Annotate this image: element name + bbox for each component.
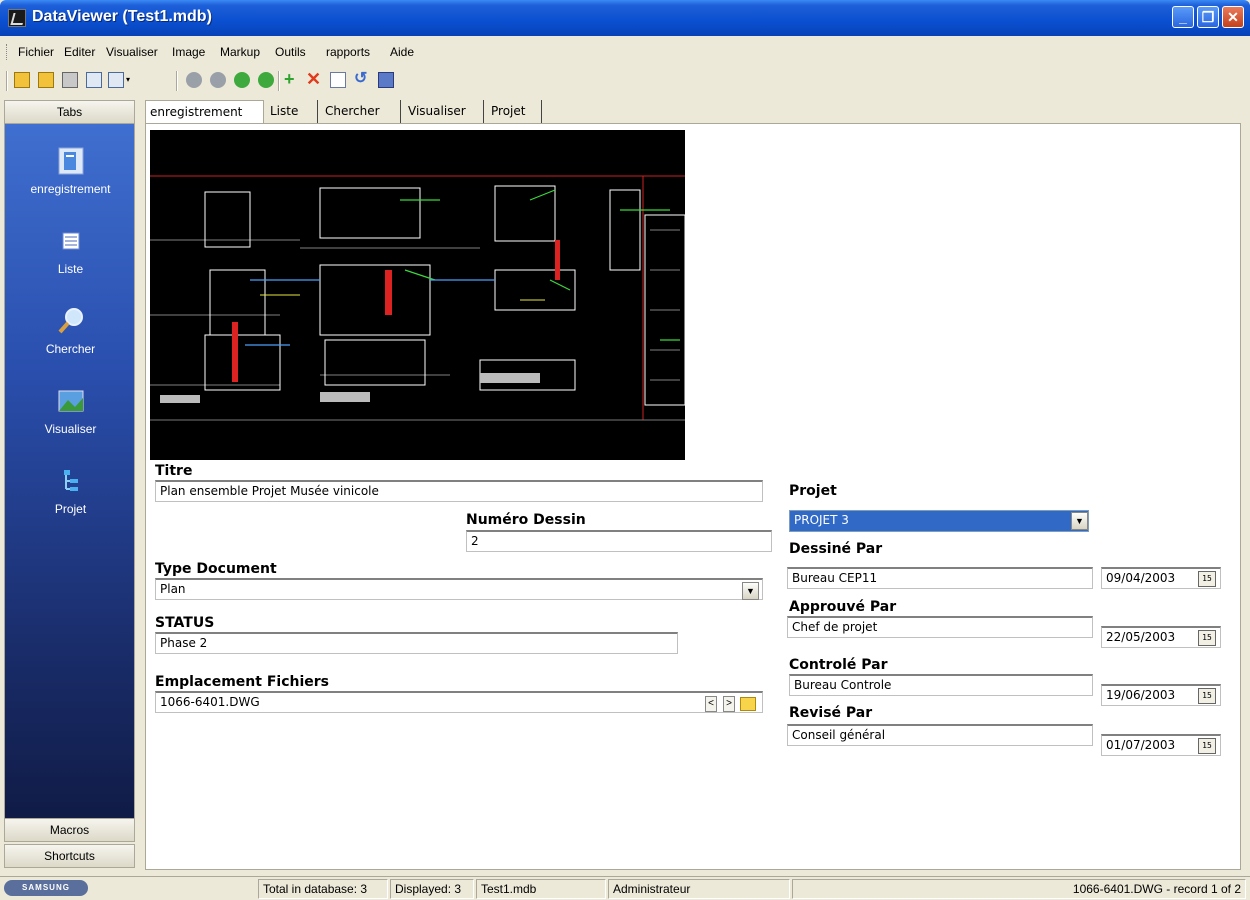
add-record-icon[interactable]: +	[284, 70, 300, 88]
titre-field[interactable]: Plan ensemble Projet Musée vinicole	[155, 480, 763, 502]
menu-bar: Fichier Editer Visualiser Image Markup O…	[0, 40, 1250, 64]
type-document-select[interactable]: Plan	[155, 578, 763, 600]
current-user: Administrateur	[608, 879, 790, 899]
next-record-icon[interactable]	[234, 72, 250, 88]
project-tree-icon	[63, 470, 78, 491]
dessine-par-label: Dessiné Par	[789, 541, 883, 557]
menu-image[interactable]: Image	[172, 45, 205, 59]
menu-rapports[interactable]: rapports	[326, 45, 370, 59]
approuve-par-label: Approuvé Par	[789, 599, 897, 615]
projet-label: Projet	[789, 483, 837, 499]
search-icon	[58, 308, 83, 334]
menu-visualiser[interactable]: Visualiser	[106, 45, 158, 59]
record-position: 1066-6401.DWG - record 1 of 2	[792, 879, 1246, 899]
approuve-par-field[interactable]: Chef de projet	[787, 616, 1093, 638]
last-record-icon[interactable]	[258, 72, 274, 88]
tab-visualiser[interactable]: Visualiser	[404, 100, 484, 124]
copy-icon[interactable]	[330, 72, 346, 88]
print-icon[interactable]	[62, 72, 78, 88]
toolbar-separator	[278, 71, 280, 91]
displayed-count: Displayed: 3	[390, 879, 474, 899]
sidebar-item-label: enregistrement	[30, 182, 111, 196]
browse-folder-icon[interactable]	[740, 697, 756, 711]
sidebar-item-enregistrement[interactable]: enregistrement	[5, 146, 136, 196]
projet-dropdown-icon[interactable]: ▼	[1071, 512, 1088, 530]
controle-par-label: Controlé Par	[789, 657, 888, 673]
minimize-button[interactable]: _	[1172, 6, 1194, 28]
first-record-icon[interactable]	[186, 72, 202, 88]
delete-record-icon[interactable]: ✕	[306, 70, 322, 88]
sidebar-item-label: Visualiser	[44, 422, 97, 436]
database-name: Test1.mdb	[476, 879, 606, 899]
emplacement-fichiers-label: Emplacement Fichiers	[155, 674, 329, 690]
open-folder-icon[interactable]	[38, 72, 54, 88]
controle-par-field[interactable]: Bureau Controle	[789, 674, 1093, 696]
tab-projet[interactable]: Projet	[487, 100, 542, 124]
menu-aide[interactable]: Aide	[390, 45, 414, 59]
toolbar-separator	[176, 71, 178, 91]
window-title: DataViewer (Test1.mdb)	[32, 8, 212, 25]
dessine-calendar-icon[interactable]: 15	[1198, 571, 1216, 587]
status-label: STATUS	[155, 615, 215, 631]
emplacement-fichiers-field[interactable]: 1066-6401.DWG	[155, 691, 763, 713]
app-icon	[8, 9, 26, 27]
save-icon[interactable]	[378, 72, 394, 88]
view-image-icon	[58, 390, 83, 412]
sidebar-item-label: Chercher	[45, 342, 96, 356]
revise-calendar-icon[interactable]: 15	[1198, 738, 1216, 754]
titre-label: Titre	[155, 463, 193, 479]
sidebar-item-chercher[interactable]: Chercher	[5, 306, 136, 356]
toolbar: ▾ + ✕ ↺	[0, 64, 1250, 96]
samsung-logo: SAMSUNG	[4, 880, 88, 896]
status-bar: SAMSUNG Total in database: 3 Displayed: …	[0, 876, 1250, 900]
controle-calendar-icon[interactable]: 15	[1198, 688, 1216, 704]
dropdown-arrow-icon[interactable]: ▾	[126, 72, 132, 88]
menu-editer[interactable]: Editer	[64, 45, 95, 59]
left-panel: enregistrement Liste Chercher Visualiser	[4, 124, 135, 818]
menu-outils[interactable]: Outils	[275, 45, 306, 59]
tab-enregistrement[interactable]: enregistrement	[145, 100, 264, 125]
close-button[interactable]: ✕	[1222, 6, 1244, 28]
numero-dessin-label: Numéro Dessin	[466, 512, 586, 528]
list-icon	[62, 232, 79, 250]
title-bar[interactable]: DataViewer (Test1.mdb) _ ❐ ✕	[0, 0, 1250, 36]
next-file-button[interactable]: >	[723, 696, 735, 712]
status-field[interactable]: Phase 2	[155, 632, 678, 654]
previous-record-icon[interactable]	[210, 72, 226, 88]
maximize-button[interactable]: ❐	[1197, 6, 1219, 28]
macros-button[interactable]: Macros	[4, 818, 135, 842]
dessine-par-field[interactable]: Bureau CEP11	[787, 567, 1093, 589]
menu-markup[interactable]: Markup	[220, 45, 260, 59]
type-document-dropdown-icon[interactable]: ▼	[742, 582, 759, 600]
approuve-calendar-icon[interactable]: 15	[1198, 630, 1216, 646]
numero-dessin-field[interactable]: 2	[466, 530, 772, 552]
drawing-preview[interactable]	[150, 130, 685, 460]
grid-view-icon[interactable]	[108, 72, 124, 88]
type-document-label: Type Document	[155, 561, 277, 577]
revise-par-label: Revisé Par	[789, 705, 873, 721]
sidebar-item-label: Projet	[54, 502, 87, 516]
left-panel-header[interactable]: Tabs	[4, 100, 135, 124]
projet-select[interactable]: PROJET 3	[789, 510, 1089, 532]
cad-drawing-thumbnail	[150, 175, 685, 421]
sidebar-item-liste[interactable]: Liste	[5, 226, 136, 276]
sidebar-item-visualiser[interactable]: Visualiser	[5, 386, 136, 436]
previous-file-button[interactable]: <	[705, 696, 717, 712]
sidebar-item-label: Liste	[57, 262, 84, 276]
undo-icon[interactable]: ↺	[354, 71, 370, 88]
open-icon[interactable]	[14, 72, 30, 88]
menu-fichier[interactable]: Fichier	[18, 45, 54, 59]
sidebar-item-projet[interactable]: Projet	[5, 466, 136, 516]
form-view-icon[interactable]	[86, 72, 102, 88]
menu-grip[interactable]	[6, 44, 9, 60]
tab-liste[interactable]: Liste	[266, 100, 318, 124]
record-icon	[58, 147, 83, 175]
revise-par-field[interactable]: Conseil général	[787, 724, 1093, 746]
toolbar-grip	[6, 71, 8, 91]
shortcuts-button[interactable]: Shortcuts	[4, 844, 135, 868]
tab-chercher[interactable]: Chercher	[321, 100, 401, 124]
total-in-database: Total in database: 3	[258, 879, 388, 899]
